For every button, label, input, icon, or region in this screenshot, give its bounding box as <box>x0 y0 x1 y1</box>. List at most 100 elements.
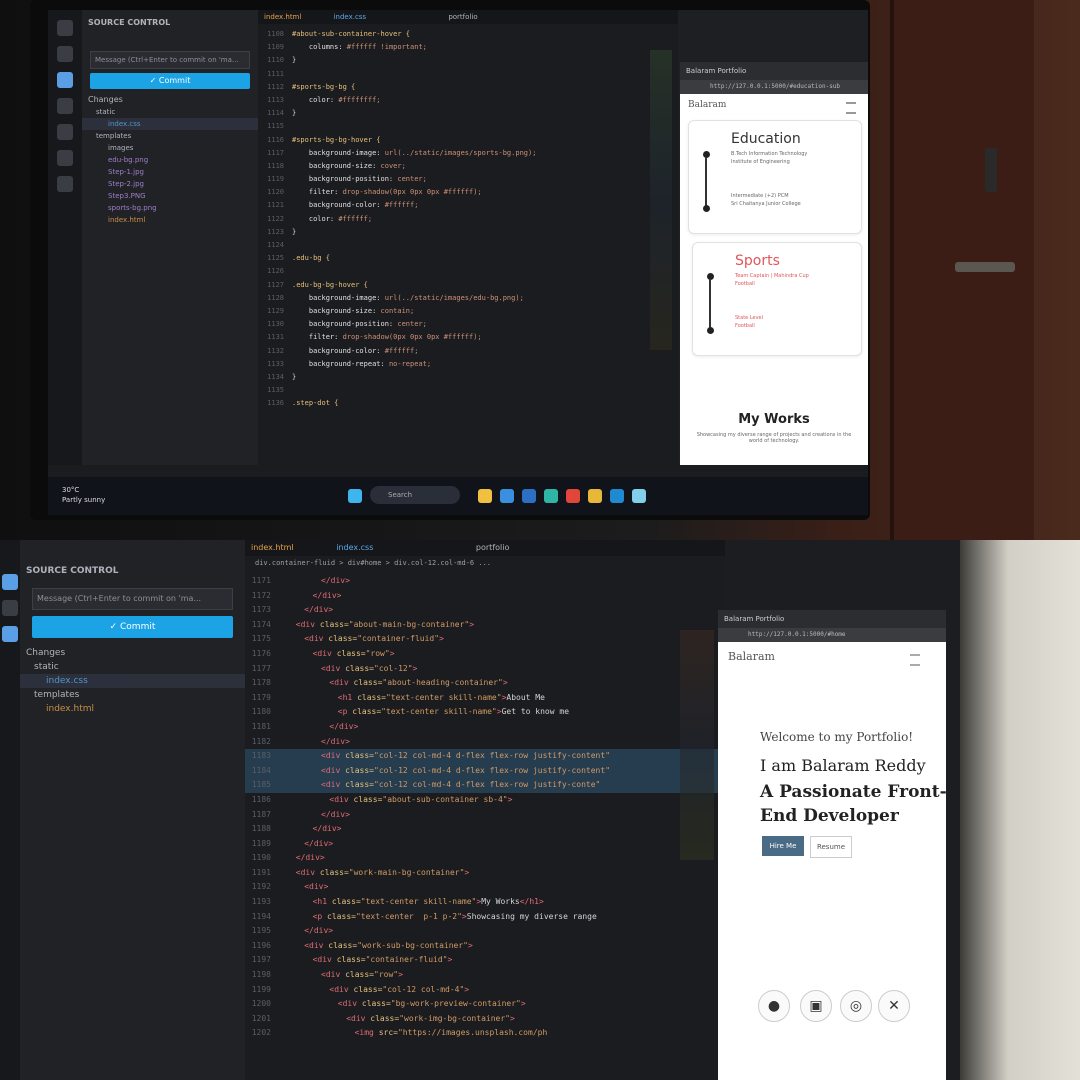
explorer-icon[interactable] <box>57 20 73 36</box>
changes-item[interactable]: Step-2.jpg <box>82 178 258 190</box>
code-token: class= <box>353 984 383 994</box>
changes-item[interactable]: index.css <box>82 118 258 130</box>
vscode-icon[interactable] <box>610 489 624 503</box>
code-token: <div> <box>304 882 329 892</box>
changes-item[interactable]: templates <box>82 130 258 142</box>
windows-start-icon[interactable] <box>348 489 362 503</box>
commit-button[interactable]: ✓ Commit <box>90 73 250 89</box>
instagram-icon[interactable]: ◎ <box>840 990 872 1022</box>
extensions-icon[interactable] <box>2 626 18 642</box>
changes-item[interactable]: templates <box>20 688 245 702</box>
code-token: #about-sub-container-hover { <box>292 30 411 38</box>
weather-widget[interactable]: 30°C Partly sunny <box>62 485 105 505</box>
code-token: background-color: <box>292 201 385 210</box>
menu-icon[interactable] <box>910 654 920 666</box>
code-line: 1112 #sports-bg-bg { <box>258 81 678 94</box>
code-line: 1189 </div> <box>245 837 725 852</box>
role-heading-line2: End Developer <box>760 806 899 826</box>
code-token: background-size: <box>292 161 381 170</box>
store-icon[interactable] <box>500 489 514 503</box>
run-debug-icon[interactable] <box>2 600 18 616</box>
changes-item[interactable]: index.html <box>82 214 258 226</box>
tab-index-html[interactable]: index.html <box>264 13 301 21</box>
changes-item[interactable]: static <box>82 106 258 118</box>
code-token: <div <box>312 648 337 658</box>
tab-portfolio[interactable]: portfolio <box>448 13 477 21</box>
code-token: class= <box>345 970 374 980</box>
code-line: 1116 #sports-bg-bg-hover { <box>258 134 678 147</box>
line-number: 1125 <box>267 254 284 263</box>
browser-tab[interactable]: Balaram Portfolio <box>718 610 946 628</box>
code-line: 1182 </div> <box>245 735 725 750</box>
remote-icon[interactable] <box>57 176 73 192</box>
testing-icon[interactable] <box>57 150 73 166</box>
code-editor[interactable]: index.html index.css portfolio 1108 #abou… <box>258 10 678 515</box>
code-lines: 1171 </div> 1172 </div> 1173 </div> 1174 <div c… <box>245 570 725 1041</box>
changes-item[interactable]: sports-bg.png <box>82 202 258 214</box>
code-token: </div> <box>295 853 325 863</box>
commit-button[interactable]: ✓ Commit <box>32 616 233 638</box>
welcome-text: Welcome to my Portfolio! <box>760 730 914 744</box>
code-line: 1183 <div class="col-12 col-md-4 d-flex f… <box>245 749 725 764</box>
breadcrumb[interactable]: div.container-fluid > div#home > div.col… <box>245 556 725 570</box>
commit-message-input[interactable]: Message (Ctrl+Enter to commit on 'ma... <box>90 51 250 69</box>
code-token: url(../static/images/sports-bg.png); <box>384 148 537 157</box>
line-number: 1116 <box>267 135 284 144</box>
folder-icon[interactable] <box>588 489 602 503</box>
tab-index-html[interactable]: index.html <box>251 543 294 552</box>
mail-icon[interactable] <box>522 489 536 503</box>
changes-item[interactable]: index.css <box>20 674 245 688</box>
run-debug-icon[interactable] <box>57 98 73 114</box>
site-brand[interactable]: Balaram <box>680 94 868 116</box>
address-bar[interactable]: http://127.0.0.1:5000/#education-sub <box>680 80 868 94</box>
line-number: 1178 <box>251 678 271 688</box>
changes-item[interactable]: Step3.PNG <box>82 190 258 202</box>
address-bar[interactable]: http://127.0.0.1:5000/#home <box>718 628 946 642</box>
github-icon[interactable]: ● <box>758 990 790 1022</box>
code-token: <div <box>321 765 346 775</box>
extensions-icon[interactable] <box>57 124 73 140</box>
code-token: class= <box>328 940 358 950</box>
line-number: 1113 <box>267 95 284 104</box>
x-icon[interactable]: ✕ <box>878 990 910 1022</box>
edge-icon[interactable] <box>544 489 558 503</box>
changes-item[interactable]: edu-bg.png <box>82 154 258 166</box>
source-control-icon[interactable] <box>2 574 18 590</box>
code-token: > <box>520 999 526 1009</box>
code-editor[interactable]: index.html index.css portfolio div.conta… <box>245 540 725 1080</box>
code-token: .step-dot { <box>292 399 339 408</box>
tab-index-css[interactable]: index.css <box>334 13 367 21</box>
code-token: class= <box>345 765 374 775</box>
code-line: 1199 <div class="col-12 col-md-4"> <box>245 983 725 998</box>
code-line: 1119 background-position: center; <box>258 173 678 186</box>
source-control-icon[interactable] <box>57 72 73 88</box>
code-line: 1197 <div class="container-fluid"> <box>245 953 725 968</box>
code-token: class= <box>345 780 374 790</box>
panel-title: SOURCE CONTROL <box>88 18 171 27</box>
commit-message-input[interactable]: Message (Ctrl+Enter to commit on 'ma... <box>32 588 233 610</box>
tab-portfolio[interactable]: portfolio <box>476 543 509 552</box>
education-line: B.Tech Information Technology <box>731 151 808 157</box>
changes-list: static index.css templates images edu-bg.png… <box>82 106 258 226</box>
menu-icon[interactable] <box>846 102 856 114</box>
linkedin-icon[interactable]: ▣ <box>800 990 832 1022</box>
changes-item[interactable]: static <box>20 660 245 674</box>
code-line: 1133 background-repeat: no-repeat; <box>258 358 678 371</box>
taskbar-search[interactable]: Search <box>370 486 460 504</box>
chrome-icon[interactable] <box>566 489 580 503</box>
changes-header[interactable]: Changes <box>20 646 245 660</box>
changes-item[interactable]: Step-1.jpg <box>82 166 258 178</box>
resume-button[interactable]: Resume <box>810 836 852 858</box>
search-icon[interactable] <box>57 46 73 62</box>
code-token: class= <box>353 678 383 688</box>
tab-index-css[interactable]: index.css <box>336 543 373 552</box>
changes-item[interactable]: index.html <box>20 702 245 716</box>
browser-tab[interactable]: Balaram Portfolio <box>680 62 868 80</box>
changes-item[interactable]: images <box>82 142 258 154</box>
panel-title: SOURCE CONTROL <box>26 566 119 576</box>
changes-header[interactable]: Changes <box>82 93 258 106</box>
file-explorer-icon[interactable] <box>478 489 492 503</box>
sports-line: Football <box>735 323 755 329</box>
app-icon[interactable] <box>632 489 646 503</box>
hire-me-button[interactable]: Hire Me <box>762 836 804 856</box>
